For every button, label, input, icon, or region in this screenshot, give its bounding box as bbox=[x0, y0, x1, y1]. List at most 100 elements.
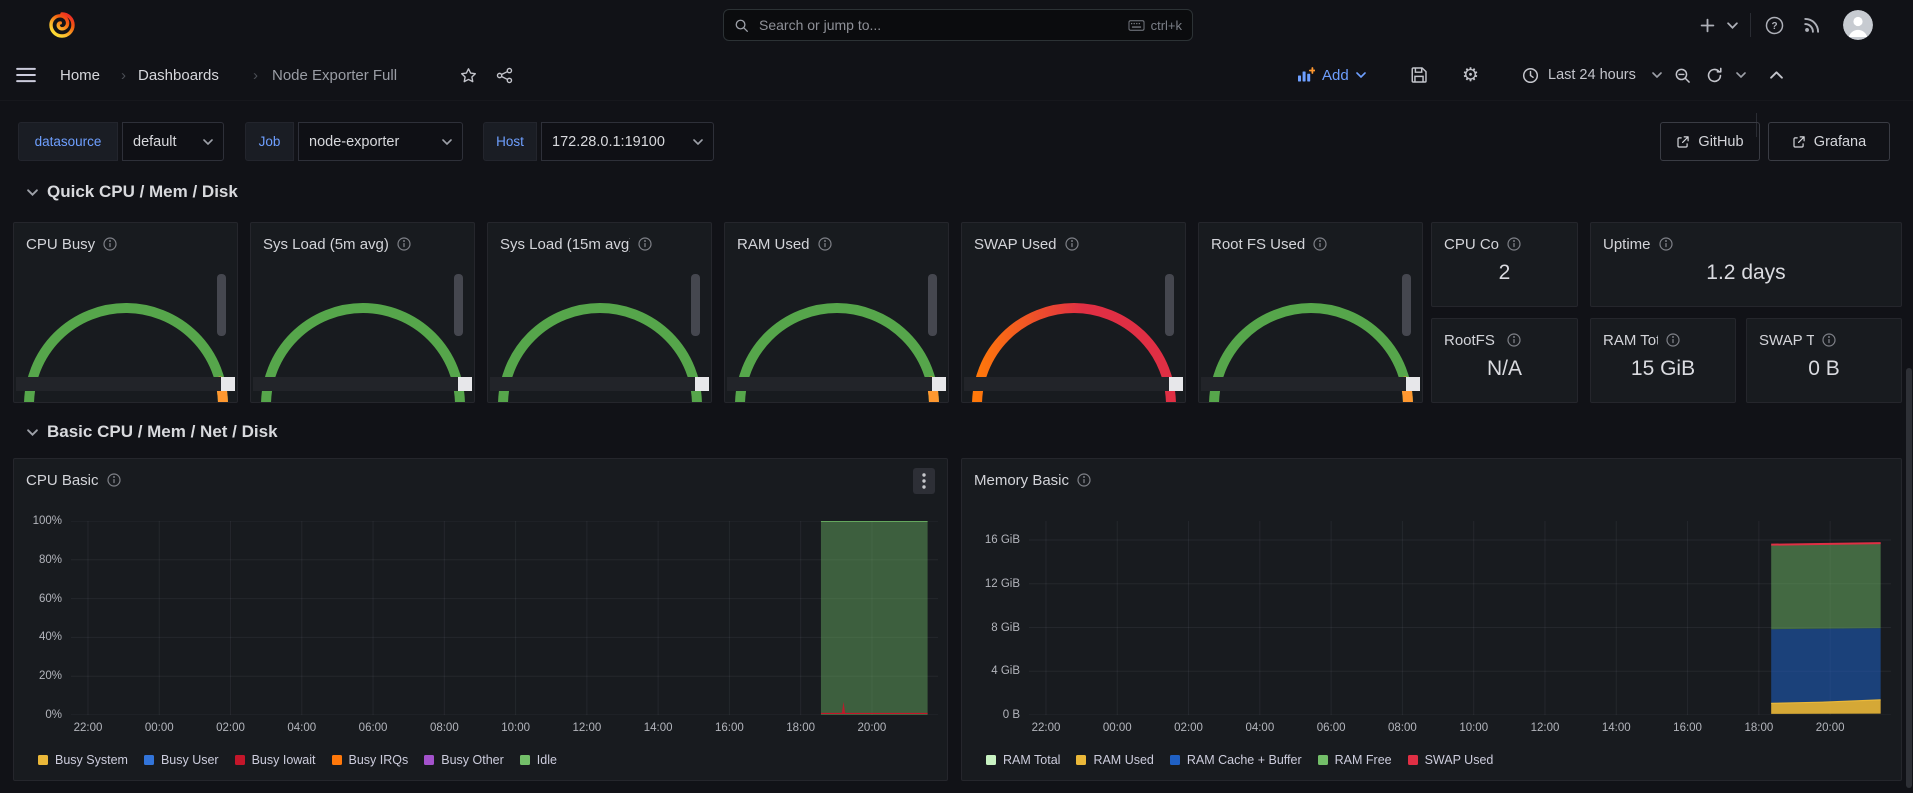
info-icon[interactable] bbox=[1659, 237, 1673, 251]
horizontal-scrollbar-thumb[interactable] bbox=[458, 377, 472, 391]
grafana-logo-icon[interactable] bbox=[48, 11, 76, 39]
zoom-out-time-icon[interactable] bbox=[1674, 50, 1691, 100]
legend-item-ram-cache-buffer[interactable]: RAM Cache + Buffer bbox=[1170, 753, 1302, 767]
breadcrumb-home[interactable]: Home bbox=[60, 50, 100, 100]
x-tick-label: 02:00 bbox=[216, 722, 245, 734]
time-range-clock-icon[interactable] bbox=[1522, 50, 1539, 100]
new-button[interactable] bbox=[1700, 0, 1715, 50]
info-icon[interactable] bbox=[1822, 333, 1836, 347]
variable-value-host[interactable]: 172.28.0.1:19100 bbox=[541, 122, 714, 161]
legend-color-swatch bbox=[1318, 755, 1328, 765]
legend-item-swap-used[interactable]: SWAP Used bbox=[1408, 753, 1494, 767]
legend-item-busy-user[interactable]: Busy User bbox=[144, 753, 219, 767]
svg-text:?: ? bbox=[1771, 21, 1777, 32]
legend-item-idle[interactable]: Idle bbox=[520, 753, 557, 767]
vertical-scrollbar-thumb[interactable] bbox=[1165, 274, 1174, 336]
stat-panel-uptime: Uptime 1.2 days bbox=[1590, 222, 1902, 307]
add-panel-button[interactable]: Add bbox=[1297, 50, 1366, 100]
global-search[interactable]: ctrl+k bbox=[723, 9, 1193, 41]
y-tick-label: 20% bbox=[39, 670, 62, 682]
horizontal-scrollbar-thumb[interactable] bbox=[221, 377, 235, 391]
vertical-scrollbar-thumb[interactable] bbox=[217, 274, 226, 336]
horizontal-scrollbar-thumb[interactable] bbox=[695, 377, 709, 391]
variable-value-job[interactable]: node-exporter bbox=[298, 122, 463, 161]
horizontal-scrollbar-track[interactable] bbox=[964, 377, 1183, 391]
horizontal-scrollbar-track[interactable] bbox=[727, 377, 946, 391]
share-icon[interactable] bbox=[496, 50, 513, 100]
external-link-icon bbox=[1792, 135, 1806, 149]
refresh-interval-chevron-icon[interactable] bbox=[1736, 50, 1746, 100]
horizontal-scrollbar-track[interactable] bbox=[1201, 377, 1420, 391]
panel-title[interactable]: SWAP Total bbox=[1759, 332, 1814, 349]
vertical-scrollbar-thumb[interactable] bbox=[691, 274, 700, 336]
mega-menu-toggle[interactable] bbox=[16, 50, 36, 100]
chevron-down-icon bbox=[193, 139, 213, 145]
horizontal-scrollbar-thumb[interactable] bbox=[1169, 377, 1183, 391]
legend-item-busy-system[interactable]: Busy System bbox=[38, 753, 128, 767]
legend-item-busy-irqs[interactable]: Busy IRQs bbox=[332, 753, 409, 767]
save-dashboard-icon[interactable] bbox=[1410, 50, 1428, 100]
vertical-scrollbar-thumb[interactable] bbox=[1402, 274, 1411, 336]
help-icon[interactable]: ? bbox=[1765, 0, 1784, 50]
panel-title[interactable]: Memory Basic bbox=[974, 472, 1069, 489]
dashboard-toolbar: Home › Dashboards › Node Exporter Full A… bbox=[0, 50, 1913, 101]
horizontal-scrollbar-thumb[interactable] bbox=[932, 377, 946, 391]
variable-selected-option: 172.28.0.1:19100 bbox=[552, 134, 665, 150]
panel-title[interactable]: RAM Total bbox=[1603, 332, 1658, 349]
horizontal-scrollbar-track[interactable] bbox=[16, 377, 235, 391]
grafana-link-button[interactable]: Grafana bbox=[1768, 122, 1890, 161]
gauge-arc bbox=[14, 223, 238, 403]
x-tick-label: 08:00 bbox=[1388, 722, 1417, 734]
horizontal-scrollbar-track[interactable] bbox=[490, 377, 709, 391]
row-quick-cpu-mem-disk[interactable]: Quick CPU / Mem / Disk bbox=[27, 182, 238, 202]
legend-color-swatch bbox=[332, 755, 342, 765]
news-rss-icon[interactable] bbox=[1803, 0, 1821, 50]
horizontal-scrollbar-thumb[interactable] bbox=[1406, 377, 1420, 391]
legend-item-ram-free[interactable]: RAM Free bbox=[1318, 753, 1392, 767]
info-icon[interactable] bbox=[107, 473, 121, 487]
info-icon[interactable] bbox=[1507, 333, 1521, 347]
legend-color-swatch bbox=[1170, 755, 1180, 765]
legend-item-busy-iowait[interactable]: Busy Iowait bbox=[235, 753, 316, 767]
time-range-chevron-down-icon[interactable] bbox=[1652, 50, 1662, 100]
info-icon[interactable] bbox=[1077, 473, 1091, 487]
breadcrumb-dashboards[interactable]: Dashboards bbox=[138, 50, 219, 100]
row-basic-cpu-mem-net-disk[interactable]: Basic CPU / Mem / Net / Disk bbox=[27, 422, 278, 442]
panel-title[interactable]: RootFS Total bbox=[1444, 332, 1499, 349]
panel-title[interactable]: CPU Basic bbox=[26, 472, 99, 489]
page-scrollbar[interactable] bbox=[1906, 368, 1912, 788]
collapse-toolbar-caret-up-icon[interactable] bbox=[1770, 50, 1783, 100]
legend-item-busy-other[interactable]: Busy Other bbox=[424, 753, 504, 767]
legend-color-swatch bbox=[424, 755, 434, 765]
x-tick-label: 22:00 bbox=[74, 722, 103, 734]
legend-label: Busy Iowait bbox=[252, 753, 316, 767]
github-link-button[interactable]: GitHub bbox=[1660, 122, 1760, 161]
stat-value: 2 bbox=[1432, 261, 1577, 285]
horizontal-scrollbar-track[interactable] bbox=[253, 377, 472, 391]
dashboard-settings-gear-icon[interactable]: ⚙ bbox=[1462, 50, 1479, 100]
stat-panel-ram-total: RAM Total15 GiB bbox=[1590, 318, 1736, 403]
gauge-panel-ram-used: RAM Used bbox=[724, 222, 949, 403]
panel-title[interactable]: Uptime bbox=[1603, 236, 1651, 253]
legend-item-ram-total[interactable]: RAM Total bbox=[986, 753, 1060, 767]
panel-menu-kebab-icon[interactable] bbox=[913, 468, 935, 494]
favorite-star-icon[interactable] bbox=[460, 50, 477, 100]
user-avatar[interactable] bbox=[1843, 10, 1873, 40]
time-range-label[interactable]: Last 24 hours bbox=[1548, 50, 1636, 100]
stat-value: 1.2 days bbox=[1591, 261, 1901, 285]
search-input[interactable] bbox=[757, 16, 1128, 34]
vertical-scrollbar-thumb[interactable] bbox=[928, 274, 937, 336]
new-chevron-down-icon[interactable] bbox=[1727, 0, 1738, 50]
refresh-icon[interactable] bbox=[1706, 50, 1723, 100]
variable-value-datasource[interactable]: default bbox=[122, 122, 224, 161]
variable-label-datasource: datasource bbox=[18, 122, 118, 161]
legend-label: RAM Total bbox=[1003, 753, 1060, 767]
info-icon[interactable] bbox=[1507, 237, 1521, 251]
info-icon[interactable] bbox=[1666, 333, 1680, 347]
panel-title[interactable]: CPU Cores bbox=[1444, 236, 1499, 253]
legend-item-ram-used[interactable]: RAM Used bbox=[1076, 753, 1153, 767]
plot-area[interactable]: 0%20%40%60%80%100%22:0000:0002:0004:0006… bbox=[71, 521, 938, 715]
breadcrumb-separator: › bbox=[253, 50, 258, 100]
plot-area[interactable]: 0 B4 GiB8 GiB12 GiB16 GiB22:0000:0002:00… bbox=[1029, 521, 1891, 715]
vertical-scrollbar-thumb[interactable] bbox=[454, 274, 463, 336]
